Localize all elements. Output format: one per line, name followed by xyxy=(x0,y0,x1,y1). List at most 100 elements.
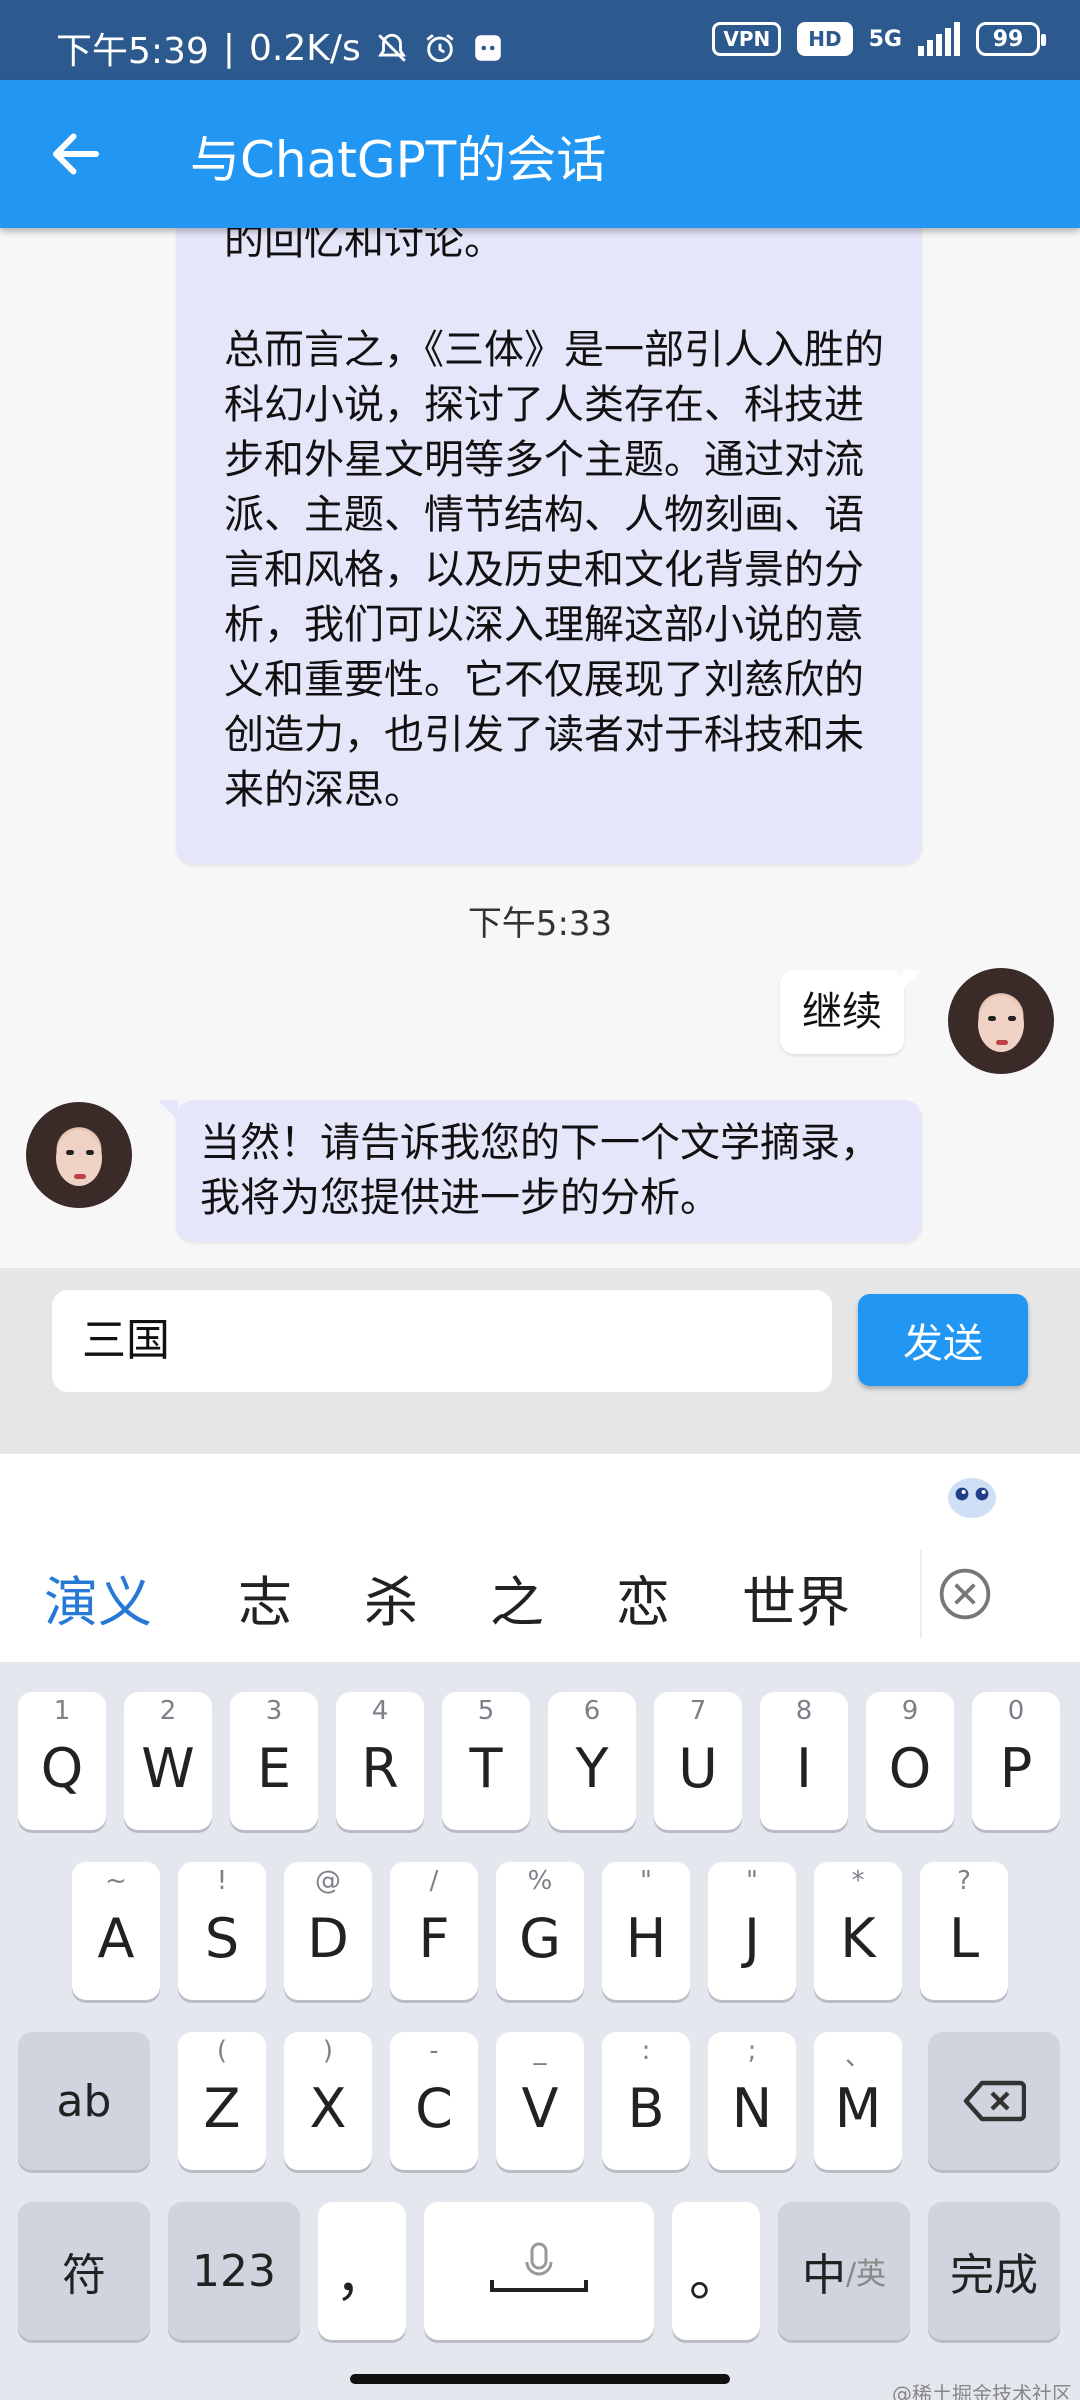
language-toggle-key[interactable]: 中/英 xyxy=(778,2202,910,2340)
candidate-word[interactable]: 世界 xyxy=(742,1558,850,1637)
key-g[interactable]: % G xyxy=(496,1862,584,2000)
key-b[interactable]: :B xyxy=(602,2032,690,2170)
key-hint: 、 xyxy=(844,2042,871,2072)
key-label: Y xyxy=(575,1736,609,1800)
key-o[interactable]: 9O xyxy=(866,1692,954,1830)
home-indicator[interactable] xyxy=(350,2374,730,2384)
user-avatar[interactable] xyxy=(948,968,1054,1074)
ab-mode-key[interactable]: ab xyxy=(18,2032,150,2170)
arrow-left-icon[interactable] xyxy=(46,124,106,184)
avatar-eye xyxy=(86,1150,94,1155)
key-label: 123 xyxy=(192,2245,276,2297)
assistant-message: 的回忆和讨论。 总而言之，《三体》是一部引人入胜的科幻小说，探讨了人类存在、科技… xyxy=(176,228,922,864)
key-j[interactable]: " J xyxy=(708,1862,796,2000)
key-s[interactable]: ! S xyxy=(178,1862,266,2000)
status-divider: | xyxy=(222,27,235,69)
key-d[interactable]: @ D xyxy=(284,1862,372,2000)
message-timestamp: 下午5:33 xyxy=(467,904,613,944)
key-hint: ? xyxy=(957,1866,971,1896)
key-label: R xyxy=(361,1736,399,1800)
key-hint: 0 xyxy=(1007,1696,1025,1726)
key-i[interactable]: 8I xyxy=(760,1692,848,1830)
key-h[interactable]: " H xyxy=(602,1862,690,2000)
key-label: 符 xyxy=(62,2250,106,2301)
ime-mascot-icon[interactable] xyxy=(944,1470,1000,1522)
done-key[interactable]: 完成 xyxy=(928,2202,1060,2340)
key-w[interactable]: 2W xyxy=(124,1692,212,1830)
key-label: I xyxy=(796,1736,812,1800)
key-x[interactable]: ) X xyxy=(284,2032,372,2170)
send-button[interactable]: 发送 xyxy=(858,1294,1028,1386)
avatar-eye xyxy=(66,1150,74,1155)
key-r[interactable]: 4R xyxy=(336,1692,424,1830)
keyboard: 1Q 2W 3E 4R 5T 6Y 7U 8I 9O 0P ~ A ! S @ D /… xyxy=(0,1662,1080,2400)
key-n[interactable]: ; N xyxy=(708,2032,796,2170)
key-f[interactable]: / F xyxy=(390,1862,478,2000)
key-label: N xyxy=(731,2076,773,2140)
key-label: ， xyxy=(335,2244,389,2308)
key-hint: 1 xyxy=(53,1696,71,1726)
key-c[interactable]: -C xyxy=(390,2032,478,2170)
assistant-avatar[interactable] xyxy=(26,1102,132,1208)
battery-icon: 99 xyxy=(976,22,1046,56)
key-label: T xyxy=(469,1736,503,1800)
key-a[interactable]: ~ A xyxy=(72,1862,160,2000)
watermark: @稀土掘金技术社区 xyxy=(892,2382,1072,2400)
chat-list[interactable]: 的回忆和讨论。 总而言之，《三体》是一部引人入胜的科幻小说，探讨了人类存在、科技… xyxy=(0,228,1080,1268)
close-candidates-button[interactable] xyxy=(920,1550,1008,1638)
key-p[interactable]: 0P xyxy=(972,1692,1060,1830)
key-y[interactable]: 6Y xyxy=(548,1692,636,1830)
key-label: ab xyxy=(56,2075,112,2127)
key-u[interactable]: 7U xyxy=(654,1692,742,1830)
mute-bell-icon xyxy=(377,33,406,62)
composer: 三国 发送 xyxy=(0,1268,1080,1454)
key-label: V xyxy=(521,2076,559,2140)
key-label: Q xyxy=(40,1736,84,1800)
key-label: S xyxy=(204,1906,240,1970)
key-l[interactable]: ? L xyxy=(920,1862,1008,2000)
key-hint: _ xyxy=(533,2036,547,2066)
key-hint: - xyxy=(429,2036,439,2066)
key-v[interactable]: _ V xyxy=(496,2032,584,2170)
candidate-word[interactable]: 恋 xyxy=(616,1558,670,1637)
comma-key[interactable]: ， xyxy=(318,2202,406,2340)
app-notification-icon xyxy=(474,35,501,61)
key-label: G xyxy=(519,1906,561,1970)
key-label: 中 xyxy=(801,2250,846,2301)
key-label: L xyxy=(948,1906,980,1970)
space-key[interactable] xyxy=(424,2202,654,2340)
key-hint: 8 xyxy=(795,1696,813,1726)
key-hint: " xyxy=(640,1866,652,1896)
key-label: K xyxy=(840,1906,876,1970)
candidate-word[interactable]: 志 xyxy=(238,1558,292,1637)
key-label: O xyxy=(888,1736,932,1800)
message-text: 当然！请告诉我您的下一个文学摘录，我将为您提供进一步的分析。 xyxy=(200,1120,880,1221)
key-z[interactable]: (Z xyxy=(178,2032,266,2170)
symbols-key[interactable]: 符 xyxy=(18,2202,150,2340)
key-k[interactable]: * K xyxy=(814,1862,902,2000)
backspace-icon xyxy=(963,2080,1026,2122)
key-label: U xyxy=(678,1736,718,1800)
key-hint: @ xyxy=(315,1866,341,1896)
status-right: VPN HD 5G 99 xyxy=(712,22,1046,56)
key-label: X xyxy=(309,2076,347,2140)
key-hint: ~ xyxy=(105,1866,127,1896)
key-label: Z xyxy=(203,2076,241,2140)
user-message: 继续 xyxy=(780,970,922,1054)
message-paragraph: 的回忆和讨论。 xyxy=(224,228,504,264)
message-input[interactable]: 三国 xyxy=(52,1290,832,1392)
key-m[interactable]: 、 M xyxy=(814,2032,902,2170)
numbers-key[interactable]: 123 xyxy=(168,2202,300,2340)
backspace-key[interactable] xyxy=(928,2032,1060,2170)
close-circle-icon xyxy=(939,1568,991,1620)
key-label-alt: /英 xyxy=(845,2257,887,2292)
candidate-word[interactable]: 之 xyxy=(490,1558,544,1637)
key-q[interactable]: 1Q xyxy=(18,1692,106,1830)
assistant-message: 当然！请告诉我您的下一个文学摘录，我将为您提供进一步的分析。 xyxy=(158,1100,922,1242)
key-e[interactable]: 3E xyxy=(230,1692,318,1830)
period-key[interactable]: 。 xyxy=(672,2202,760,2340)
candidate-word[interactable]: 杀 xyxy=(364,1558,418,1637)
candidate-word[interactable]: 演义 xyxy=(44,1558,152,1637)
key-t[interactable]: 5T xyxy=(442,1692,530,1830)
key-hint: ; xyxy=(747,2036,757,2066)
